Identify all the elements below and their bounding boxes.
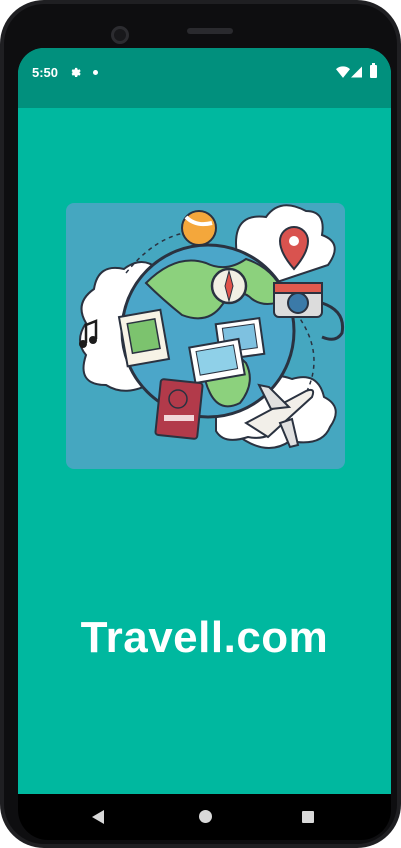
- status-bar: 5:50: [18, 48, 391, 108]
- passport: [154, 378, 204, 440]
- back-icon[interactable]: [92, 810, 106, 824]
- app-title: Travell.com: [80, 613, 329, 662]
- device-frame: 5:50 Travell.com: [0, 0, 401, 848]
- illustration-art: [79, 204, 345, 449]
- status-time: 5:50: [32, 65, 59, 80]
- front-camera: [111, 26, 129, 44]
- gear-icon: [71, 67, 81, 77]
- wifi-icon: [336, 66, 350, 78]
- signal-icon: [351, 66, 362, 78]
- home-icon[interactable]: [199, 810, 212, 823]
- travel-globe-illustration: [66, 203, 345, 469]
- app-screen: 5:50 Travell.com: [18, 48, 391, 794]
- earpiece-speaker: [187, 28, 233, 34]
- battery-icon: [370, 63, 377, 78]
- recents-icon[interactable]: [302, 811, 314, 823]
- notification-dot-icon: [93, 70, 98, 75]
- navigation-bar: [18, 794, 391, 840]
